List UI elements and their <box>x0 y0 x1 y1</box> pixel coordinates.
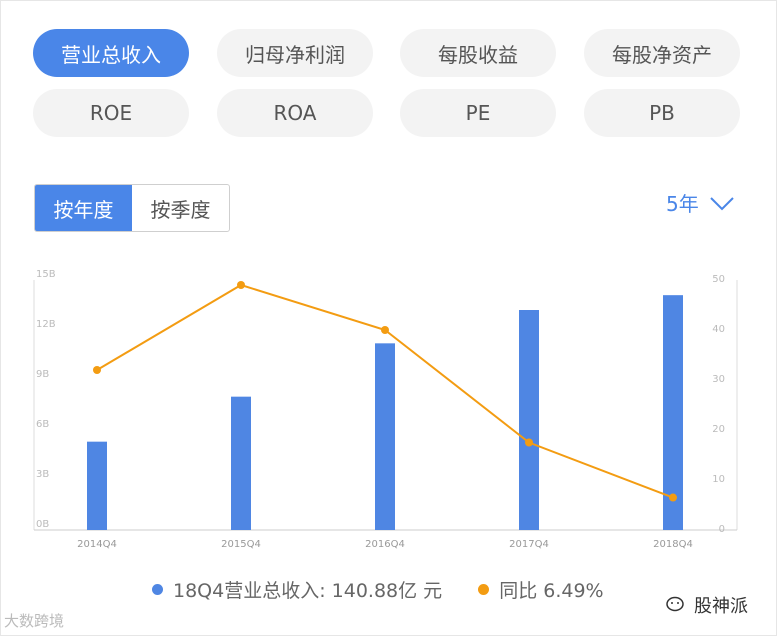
left-tick-label: 3B <box>36 469 49 480</box>
x-tick-label: 2014Q4 <box>77 539 117 550</box>
x-tick-label: 2016Q4 <box>365 539 405 550</box>
right-tick-label: 30 <box>712 374 725 385</box>
right-tick-label: 20 <box>712 424 725 435</box>
yoy-legend-dot <box>478 584 490 595</box>
revenue-bar <box>231 396 251 530</box>
x-tick-label: 2017Q4 <box>509 539 549 550</box>
yoy-point <box>237 281 245 289</box>
x-tick-label: 2015Q4 <box>221 539 261 550</box>
watermark-left: 大数跨境 <box>4 612 65 630</box>
revenue-legend-label: 18Q4营业总收入: 140.88亿 元 <box>173 580 443 602</box>
yoy-point <box>669 493 677 502</box>
yoy-point <box>93 366 101 374</box>
revenue-bar <box>519 310 539 530</box>
revenue-legend-dot <box>152 584 163 595</box>
left-tick-label: 9B <box>36 369 49 380</box>
right-tick-label: 0 <box>719 524 725 535</box>
watermark-right-label: 股神派 <box>694 596 748 617</box>
revenue-bar <box>87 441 107 530</box>
right-tick-label: 40 <box>712 324 725 335</box>
right-tick-label: 10 <box>712 474 725 485</box>
right-tick-label: 50 <box>712 274 725 285</box>
watermark-right: 股神派 <box>666 592 748 618</box>
left-tick-label: 15B <box>36 269 56 280</box>
wechat-icon <box>666 596 684 612</box>
chart-svg: 0B 3B 6B 9B 12B 15B 0 10 20 30 40 50 2014Q4 2015Q4 201… <box>33 269 738 550</box>
left-tick-label: 6B <box>36 419 49 430</box>
yoy-point <box>525 438 533 447</box>
yoy-legend-label: 同比 6.49% <box>499 580 604 602</box>
chart-legend: 18Q4营业总收入: 140.88亿 元 同比 6.49% <box>152 576 604 603</box>
x-tick-label: 2018Q4 <box>653 539 693 550</box>
yoy-point <box>381 326 389 334</box>
revenue-bar <box>375 343 395 530</box>
left-tick-label: 0B <box>36 519 49 530</box>
left-tick-label: 12B <box>36 319 56 330</box>
